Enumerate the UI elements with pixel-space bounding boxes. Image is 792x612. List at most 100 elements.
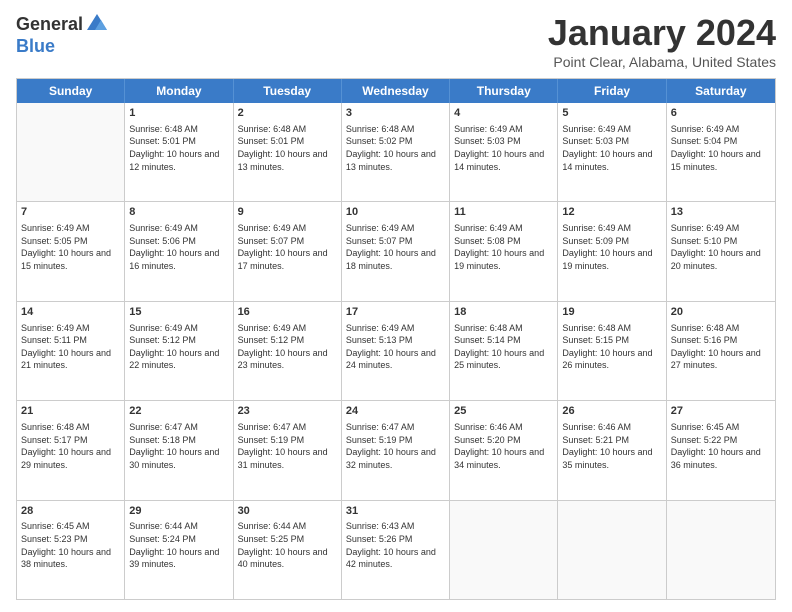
day-number: 8 — [129, 205, 228, 220]
calendar-day-cell: 15 Sunrise: 6:49 AMSunset: 5:12 PMDayligh… — [125, 302, 233, 400]
calendar-day-cell: 1Sunrise: 6:48 AMSunset: 5:01 PMDaylight… — [125, 103, 233, 201]
day-number: 7 — [21, 205, 120, 220]
calendar-week: 7 Sunrise: 6:49 AMSunset: 5:05 PMDaylight… — [17, 202, 775, 301]
logo: General Blue — [16, 12, 109, 57]
day-info: Sunrise: 6:48 AMSunset: 5:02 PMDaylight:… — [346, 123, 445, 173]
calendar-day-cell: 18Sunrise: 6:48 AMSunset: 5:14 PMDayligh… — [450, 302, 558, 400]
day-info: Sunrise: 6:44 AMSunset: 5:25 PMDaylight:… — [238, 520, 337, 570]
day-number: 23 — [238, 404, 337, 419]
day-info: Sunrise: 6:49 AMSunset: 5:07 PMDaylight:… — [238, 222, 337, 272]
day-number: 3 — [346, 106, 445, 121]
day-number: 14 — [21, 305, 120, 320]
day-info: Sunrise: 6:49 AMSunset: 5:12 PMDaylight:… — [129, 322, 228, 372]
day-info: Sunrise: 6:49 AMSunset: 5:10 PMDaylight:… — [671, 222, 771, 272]
calendar-day-cell: 22 Sunrise: 6:47 AMSunset: 5:18 PMDayligh… — [125, 401, 233, 499]
day-number: 27 — [671, 404, 771, 419]
day-info: Sunrise: 6:46 AMSunset: 5:21 PMDaylight:… — [562, 421, 661, 471]
day-number: 6 — [671, 106, 771, 121]
day-number: 9 — [238, 205, 337, 220]
calendar-day-cell: 29Sunrise: 6:44 AMSunset: 5:24 PMDayligh… — [125, 501, 233, 599]
day-number: 5 — [562, 106, 661, 121]
day-number: 21 — [21, 404, 120, 419]
day-number: 4 — [454, 106, 553, 121]
cal-header-cell: Sunday — [17, 79, 125, 103]
calendar-day-cell: 6 Sunrise: 6:49 AMSunset: 5:04 PMDaylight… — [667, 103, 775, 201]
calendar-day-cell — [558, 501, 666, 599]
day-info: Sunrise: 6:45 AMSunset: 5:22 PMDaylight:… — [671, 421, 771, 471]
day-info: Sunrise: 6:47 AMSunset: 5:18 PMDaylight:… — [129, 421, 228, 471]
calendar-day-cell: 17Sunrise: 6:49 AMSunset: 5:13 PMDayligh… — [342, 302, 450, 400]
cal-header-cell: Monday — [125, 79, 233, 103]
calendar-day-cell — [17, 103, 125, 201]
calendar-day-cell: 7 Sunrise: 6:49 AMSunset: 5:05 PMDaylight… — [17, 202, 125, 300]
day-number: 28 — [21, 504, 120, 519]
cal-header-cell: Tuesday — [234, 79, 342, 103]
day-number: 25 — [454, 404, 553, 419]
logo-general: General — [16, 14, 83, 35]
day-number: 19 — [562, 305, 661, 320]
day-info: Sunrise: 6:48 AMSunset: 5:15 PMDaylight:… — [562, 322, 661, 372]
calendar-title: January 2024 — [548, 12, 776, 54]
day-info: Sunrise: 6:49 AMSunset: 5:03 PMDaylight:… — [454, 123, 553, 173]
day-number: 2 — [238, 106, 337, 121]
day-number: 31 — [346, 504, 445, 519]
calendar-day-cell: 11Sunrise: 6:49 AMSunset: 5:08 PMDayligh… — [450, 202, 558, 300]
day-info: Sunrise: 6:47 AMSunset: 5:19 PMDaylight:… — [238, 421, 337, 471]
calendar-day-cell: 5Sunrise: 6:49 AMSunset: 5:03 PMDaylight… — [558, 103, 666, 201]
day-info: Sunrise: 6:49 AMSunset: 5:09 PMDaylight:… — [562, 222, 661, 272]
calendar-week: 1 Sunrise: 6:48 AMSunset: 5:01 PMDaylight… — [17, 103, 775, 202]
calendar-day-cell: 4 Sunrise: 6:49 AMSunset: 5:03 PMDaylight… — [450, 103, 558, 201]
calendar-day-cell: 26 Sunrise: 6:46 AMSunset: 5:21 PMDayligh… — [558, 401, 666, 499]
calendar-day-cell: 30Sunrise: 6:44 AMSunset: 5:25 PMDayligh… — [234, 501, 342, 599]
day-number: 15 — [129, 305, 228, 320]
day-number: 11 — [454, 205, 553, 220]
cal-header-cell: Saturday — [667, 79, 775, 103]
calendar-day-cell: 2 Sunrise: 6:48 AMSunset: 5:01 PMDaylight… — [234, 103, 342, 201]
calendar-week: 14 Sunrise: 6:49 AMSunset: 5:11 PMDayligh… — [17, 302, 775, 401]
calendar-day-cell: 27 Sunrise: 6:45 AMSunset: 5:22 PMDayligh… — [667, 401, 775, 499]
calendar-week: 21 Sunrise: 6:48 AMSunset: 5:17 PMDayligh… — [17, 401, 775, 500]
day-info: Sunrise: 6:49 AMSunset: 5:13 PMDaylight:… — [346, 322, 445, 372]
page-header: General Blue January 2024 Point Clear, A… — [16, 12, 776, 70]
day-info: Sunrise: 6:48 AMSunset: 5:01 PMDaylight:… — [238, 123, 337, 173]
calendar-day-cell: 31Sunrise: 6:43 AMSunset: 5:26 PMDayligh… — [342, 501, 450, 599]
day-number: 26 — [562, 404, 661, 419]
day-info: Sunrise: 6:44 AMSunset: 5:24 PMDaylight:… — [129, 520, 228, 570]
calendar-subtitle: Point Clear, Alabama, United States — [548, 54, 776, 70]
calendar-day-cell: 12 Sunrise: 6:49 AMSunset: 5:09 PMDayligh… — [558, 202, 666, 300]
day-number: 10 — [346, 205, 445, 220]
day-number: 18 — [454, 305, 553, 320]
calendar-day-cell: 3 Sunrise: 6:48 AMSunset: 5:02 PMDaylight… — [342, 103, 450, 201]
calendar-header: SundayMondayTuesdayWednesdayThursdayFrid… — [17, 79, 775, 103]
day-info: Sunrise: 6:49 AMSunset: 5:05 PMDaylight:… — [21, 222, 120, 272]
day-info: Sunrise: 6:45 AMSunset: 5:23 PMDaylight:… — [21, 520, 120, 570]
calendar-day-cell: 9 Sunrise: 6:49 AMSunset: 5:07 PMDaylight… — [234, 202, 342, 300]
day-number: 16 — [238, 305, 337, 320]
calendar-day-cell: 19 Sunrise: 6:48 AMSunset: 5:15 PMDayligh… — [558, 302, 666, 400]
calendar-day-cell: 16 Sunrise: 6:49 AMSunset: 5:12 PMDayligh… — [234, 302, 342, 400]
logo-icon — [85, 12, 109, 36]
day-info: Sunrise: 6:49 AMSunset: 5:11 PMDaylight:… — [21, 322, 120, 372]
calendar-day-cell: 13 Sunrise: 6:49 AMSunset: 5:10 PMDayligh… — [667, 202, 775, 300]
day-number: 22 — [129, 404, 228, 419]
calendar-body: 1 Sunrise: 6:48 AMSunset: 5:01 PMDaylight… — [17, 103, 775, 599]
day-info: Sunrise: 6:46 AMSunset: 5:20 PMDaylight:… — [454, 421, 553, 471]
day-info: Sunrise: 6:48 AMSunset: 5:17 PMDaylight:… — [21, 421, 120, 471]
calendar-day-cell: 14 Sunrise: 6:49 AMSunset: 5:11 PMDayligh… — [17, 302, 125, 400]
day-number: 13 — [671, 205, 771, 220]
cal-header-cell: Friday — [558, 79, 666, 103]
calendar-day-cell: 21 Sunrise: 6:48 AMSunset: 5:17 PMDayligh… — [17, 401, 125, 499]
calendar-page: General Blue January 2024 Point Clear, A… — [0, 0, 792, 612]
day-number: 12 — [562, 205, 661, 220]
day-info: Sunrise: 6:49 AMSunset: 5:07 PMDaylight:… — [346, 222, 445, 272]
calendar-day-cell: 24 Sunrise: 6:47 AMSunset: 5:19 PMDayligh… — [342, 401, 450, 499]
day-number: 24 — [346, 404, 445, 419]
day-info: Sunrise: 6:49 AMSunset: 5:12 PMDaylight:… — [238, 322, 337, 372]
day-number: 20 — [671, 305, 771, 320]
day-number: 1 — [129, 106, 228, 121]
calendar-day-cell: 25 Sunrise: 6:46 AMSunset: 5:20 PMDayligh… — [450, 401, 558, 499]
calendar-day-cell: 20Sunrise: 6:48 AMSunset: 5:16 PMDayligh… — [667, 302, 775, 400]
day-info: Sunrise: 6:49 AMSunset: 5:06 PMDaylight:… — [129, 222, 228, 272]
day-info: Sunrise: 6:49 AMSunset: 5:04 PMDaylight:… — [671, 123, 771, 173]
day-info: Sunrise: 6:47 AMSunset: 5:19 PMDaylight:… — [346, 421, 445, 471]
